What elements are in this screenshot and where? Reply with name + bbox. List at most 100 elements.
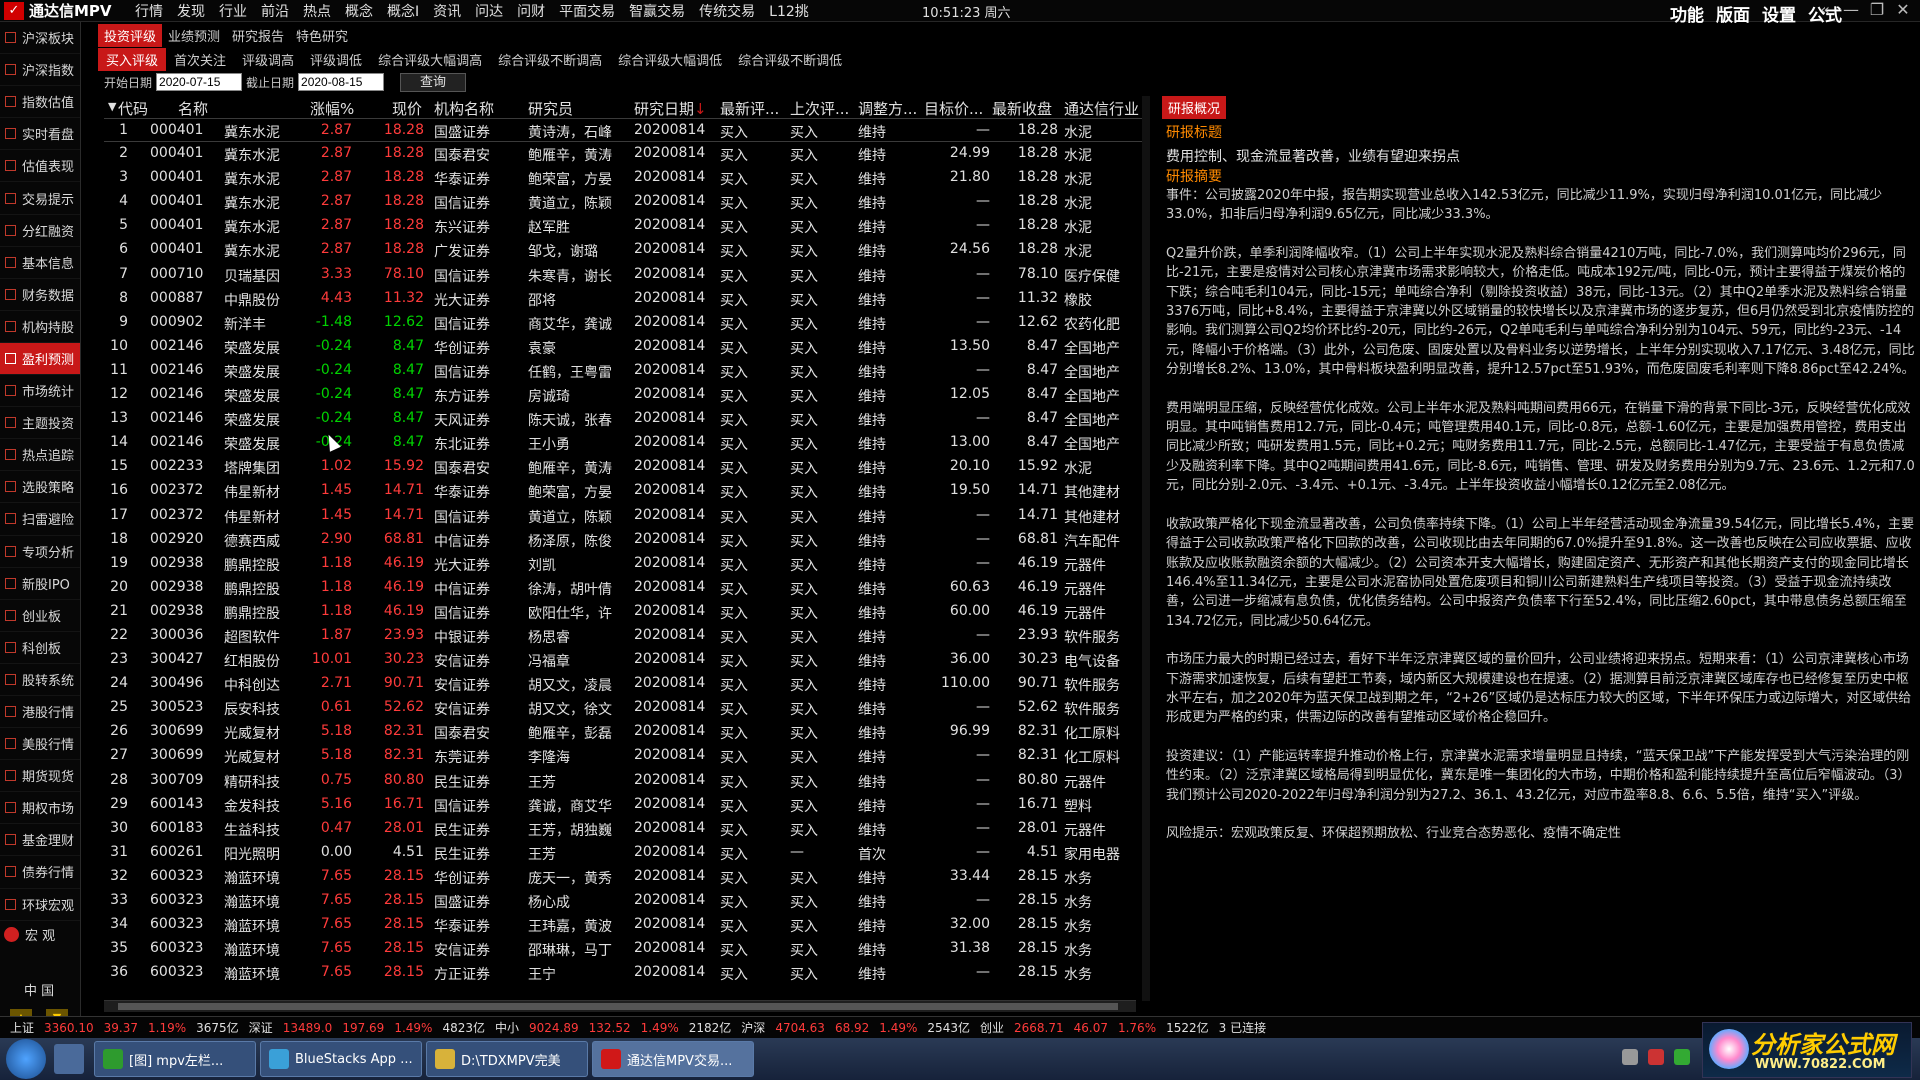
security-icon[interactable]: [1648, 1049, 1664, 1065]
menu-item[interactable]: 发现: [170, 1, 212, 21]
sidebar-item[interactable]: 交易提示: [0, 182, 80, 215]
sidebar-item[interactable]: 期权市场: [0, 792, 80, 825]
menu-item[interactable]: 行情: [128, 1, 170, 21]
primary-tab[interactable]: 业绩预测: [162, 24, 226, 47]
col-price[interactable]: 现价: [392, 98, 422, 119]
col-target[interactable]: 目标价...: [924, 98, 983, 119]
start-date-input[interactable]: [156, 73, 243, 91]
table-row[interactable]: 7 000710 贝瑞基因 3.33 78.10 国信证券 朱寒青，谢长 20200814 买入…: [104, 263, 1150, 287]
table-row[interactable]: 4 000401 冀东水泥 2.87 18.28 国信证券 黄道立，陈颖 20200814 买入…: [104, 190, 1150, 214]
table-row[interactable]: 11 002146 荣盛发展 -0.24 8.47 国信证券 任鹤，王粤雷 20200814 买…: [104, 359, 1150, 383]
right-menu-item[interactable]: 功能: [1664, 1, 1710, 26]
table-row[interactable]: 36 600323 瀚蓝环境 7.65 28.15 方正证券 王宁 20200814 买入 买入 维…: [104, 961, 1150, 985]
shield-icon[interactable]: [1674, 1049, 1690, 1065]
restore-button[interactable]: ❐: [1864, 0, 1890, 19]
sidebar-item[interactable]: 股转系统: [0, 664, 80, 696]
sidebar-item[interactable]: 实时看盘: [0, 118, 80, 151]
secondary-tab[interactable]: 首次关注: [166, 48, 234, 71]
sidebar-item[interactable]: 债券行情: [0, 856, 80, 889]
table-row[interactable]: 33 600323 瀚蓝环境 7.65 28.15 国盛证券 杨心成 20200814 买入 买入…: [104, 889, 1150, 913]
right-menu-item[interactable]: 设置: [1756, 1, 1802, 26]
table-row[interactable]: 29 600143 金发科技 5.16 16.71 国信证券 龚诚，商艾华 20200814 买…: [104, 793, 1150, 817]
menu-item[interactable]: 前沿: [254, 1, 296, 21]
menu-item[interactable]: 平面交易: [552, 1, 622, 21]
table-row[interactable]: 12 002146 荣盛发展 -0.24 8.47 东方证券 房诚琦 20200814 买入 买入…: [104, 383, 1150, 407]
secondary-tab[interactable]: 综合评级不断调低: [730, 48, 850, 71]
start-button[interactable]: [6, 1039, 46, 1079]
sidebar-item[interactable]: 期货现货: [0, 760, 80, 793]
query-button[interactable]: 查询: [400, 72, 467, 92]
table-row[interactable]: 15 002233 塔牌集团 1.02 15.92 国泰君安 鲍雁辛，黄涛 20200814 买…: [104, 455, 1150, 479]
network-icon[interactable]: [1622, 1049, 1638, 1065]
col-date[interactable]: 研究日期↓: [634, 98, 707, 119]
table-row[interactable]: 16 002372 伟星新材 1.45 14.71 华泰证券 鲍荣富，方晏 20200814 买…: [104, 479, 1150, 503]
menu-item[interactable]: 概念I: [380, 1, 426, 21]
table-row[interactable]: 10 002146 荣盛发展 -0.24 8.47 华创证券 袁豪 20200814 买入 买入 维…: [104, 335, 1150, 359]
table-row[interactable]: 1 000401 冀东水泥 2.87 18.28 国盛证券 黄诗涛，石峰 20200814 买入…: [104, 118, 1150, 143]
table-row[interactable]: 22 300036 超图软件 1.87 23.93 中银证券 杨思睿 20200814 买入 买入…: [104, 624, 1150, 648]
col-latest-rating[interactable]: 最新评...: [720, 98, 779, 119]
sidebar-china-label[interactable]: 中 国: [24, 980, 54, 999]
col-code[interactable]: 代码: [118, 98, 148, 119]
sidebar-item[interactable]: 市场统计: [0, 375, 80, 408]
table-row[interactable]: 26 300699 光威复材 5.18 82.31 国泰君安 鲍雁辛，彭磊 20200814 买…: [104, 720, 1150, 744]
collapse-icon[interactable]: «: [1812, 0, 1838, 19]
taskbar-item[interactable]: BlueStacks App ...: [260, 1041, 422, 1077]
end-date-input[interactable]: [298, 73, 385, 91]
sidebar-item[interactable]: 指数估值: [0, 86, 80, 119]
secondary-tab[interactable]: 评级调低: [302, 48, 370, 71]
row-menu-icon[interactable]: ▼: [108, 100, 116, 113]
menu-item[interactable]: 资讯: [426, 1, 468, 21]
col-close[interactable]: 最新收盘: [992, 98, 1052, 119]
table-row[interactable]: 34 600323 瀚蓝环境 7.65 28.15 华泰证券 王玮嘉，黄波 20200814 买…: [104, 913, 1150, 937]
table-row[interactable]: 5 000401 冀东水泥 2.87 18.28 东兴证券 赵军胜 20200814 买入 买入 维…: [104, 214, 1150, 238]
table-row[interactable]: 27 300699 光威复材 5.18 82.31 东莞证券 李隆海 20200814 买入 买入…: [104, 744, 1150, 768]
taskbar-item[interactable]: D:\TDXMPV完美: [426, 1041, 588, 1077]
table-row[interactable]: 35 600323 瀚蓝环境 7.65 28.15 安信证券 邵琳琳，马丁 20200814 买…: [104, 937, 1150, 961]
secondary-tab[interactable]: 综合评级不断调高: [490, 48, 610, 71]
sidebar-item[interactable]: 机构持股: [0, 311, 80, 343]
table-row[interactable]: 30 600183 生益科技 0.47 28.01 民生证券 王芳，胡独巍 20200814 买…: [104, 817, 1150, 841]
sidebar-item[interactable]: 新股IPO: [0, 568, 80, 600]
menu-item[interactable]: 热点: [296, 1, 338, 21]
sidebar-item[interactable]: 美股行情: [0, 728, 80, 761]
sidebar-item[interactable]: 环球宏观: [0, 889, 80, 921]
sidebar-macro[interactable]: 宏 观: [0, 920, 81, 948]
minimize-button[interactable]: —: [1838, 0, 1864, 19]
table-row[interactable]: 18 002920 德赛西威 2.90 68.81 中信证券 杨泽原，陈俊 20200814 买…: [104, 528, 1150, 552]
menu-item[interactable]: 概念: [338, 1, 380, 21]
scrollbar-thumb[interactable]: [118, 1003, 1118, 1010]
col-chg[interactable]: 涨幅%: [310, 98, 354, 119]
menu-item[interactable]: 行业: [212, 1, 254, 21]
taskbar-item[interactable]: [图] mpv左栏...: [94, 1041, 256, 1077]
menu-item[interactable]: 问达: [468, 1, 510, 21]
table-row[interactable]: 21 002938 鹏鼎控股 1.18 46.19 国信证券 欧阳仕华，许 20200814 买…: [104, 600, 1150, 624]
table-row[interactable]: 6 000401 冀东水泥 2.87 18.28 广发证券 邹戈，谢璐 20200814 买入 买…: [104, 238, 1150, 262]
table-row[interactable]: 25 300523 辰安科技 0.61 52.62 安信证券 胡又文，徐文 20200814 买…: [104, 696, 1150, 720]
sidebar-item[interactable]: 扫雷避险: [0, 503, 80, 536]
table-vertical-scrollbar[interactable]: [1142, 96, 1150, 1001]
menu-item[interactable]: 智赢交易: [622, 1, 692, 21]
menu-item[interactable]: 传统交易: [692, 1, 762, 21]
sidebar-item[interactable]: 港股行情: [0, 696, 80, 729]
sidebar-item[interactable]: 财务数据: [0, 279, 80, 311]
table-row[interactable]: 23 300427 红相股份 10.01 30.23 安信证券 冯福章 20200814 买入 买…: [104, 648, 1150, 672]
col-industry[interactable]: 通达信行业: [1064, 98, 1139, 119]
right-menu-item[interactable]: 版面: [1710, 1, 1756, 26]
table-row[interactable]: 20 002938 鹏鼎控股 1.18 46.19 中信证券 徐涛，胡叶倩 20200814 买…: [104, 576, 1150, 600]
table-row[interactable]: 3 000401 冀东水泥 2.87 18.28 华泰证券 鲍荣富，方晏 20200814 买入…: [104, 166, 1150, 190]
sidebar-item[interactable]: 专项分析: [0, 536, 80, 568]
secondary-tab[interactable]: 综合评级大幅调高: [370, 48, 490, 71]
menu-item[interactable]: 问财: [510, 1, 552, 21]
sidebar-item[interactable]: 基金理财: [0, 824, 80, 857]
col-researcher[interactable]: 研究员: [528, 98, 573, 119]
table-row[interactable]: 24 300496 中科创达 2.71 90.71 安信证券 胡又文，凌晨 20200814 买…: [104, 672, 1150, 696]
col-prev-rating[interactable]: 上次评...: [790, 98, 849, 119]
sidebar-item[interactable]: 沪深指数: [0, 54, 80, 87]
table-row[interactable]: 28 300709 精研科技 0.75 80.80 民生证券 王芳 20200814 买入 买入 维…: [104, 769, 1150, 793]
secondary-tab[interactable]: 评级调高: [234, 48, 302, 71]
close-button[interactable]: ✕: [1890, 0, 1916, 19]
table-row[interactable]: 19 002938 鹏鼎控股 1.18 46.19 光大证券 刘凯 20200814 买入 买入 维…: [104, 552, 1150, 576]
sidebar-item[interactable]: 主题投资: [0, 407, 80, 440]
col-adjust[interactable]: 调整方...: [858, 98, 917, 119]
